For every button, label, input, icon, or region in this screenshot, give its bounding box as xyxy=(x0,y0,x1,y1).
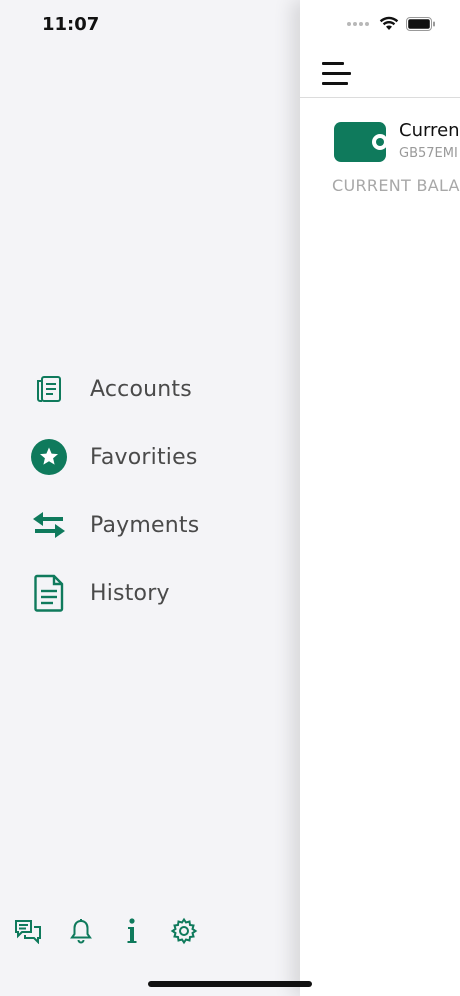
main-screen: Current GB57EMI CURRENT BALA xyxy=(300,0,460,996)
drawer-menu: Accounts Favorities Payments History xyxy=(28,355,288,627)
nav-header xyxy=(300,52,460,98)
drawer-bottom-bar xyxy=(14,914,224,948)
current-balance-label: CURRENT BALA xyxy=(332,176,460,195)
wifi-icon xyxy=(379,16,399,30)
status-time: 11:07 xyxy=(42,14,100,35)
account-name: Current xyxy=(399,120,460,141)
battery-icon xyxy=(406,16,435,31)
document-icon xyxy=(28,572,70,614)
gear-icon[interactable] xyxy=(170,916,198,946)
signal-icon xyxy=(347,21,371,26)
accounts-icon xyxy=(28,368,70,410)
menu-item-accounts[interactable]: Accounts xyxy=(28,355,288,423)
menu-label-history: History xyxy=(90,580,170,606)
home-indicator[interactable] xyxy=(148,981,312,987)
chat-icon[interactable] xyxy=(14,916,42,946)
status-indicators xyxy=(347,16,436,31)
account-card[interactable]: Current GB57EMI xyxy=(332,118,460,168)
account-iban: GB57EMI xyxy=(399,146,458,161)
star-icon xyxy=(28,436,70,478)
menu-label-favorities: Favorities xyxy=(90,444,198,470)
menu-item-history[interactable]: History xyxy=(28,559,288,627)
transfer-arrows-icon xyxy=(28,504,70,546)
menu-label-payments: Payments xyxy=(90,512,200,538)
bell-icon[interactable] xyxy=(68,916,93,946)
menu-item-payments[interactable]: Payments xyxy=(28,491,288,559)
menu-item-favorities[interactable]: Favorities xyxy=(28,423,288,491)
wallet-icon xyxy=(334,122,388,162)
side-drawer: 11:07 Accounts Favorities Payments Histo… xyxy=(0,0,300,996)
info-icon[interactable] xyxy=(119,916,144,946)
menu-label-accounts: Accounts xyxy=(90,376,192,402)
menu-toggle-icon[interactable] xyxy=(322,60,352,88)
